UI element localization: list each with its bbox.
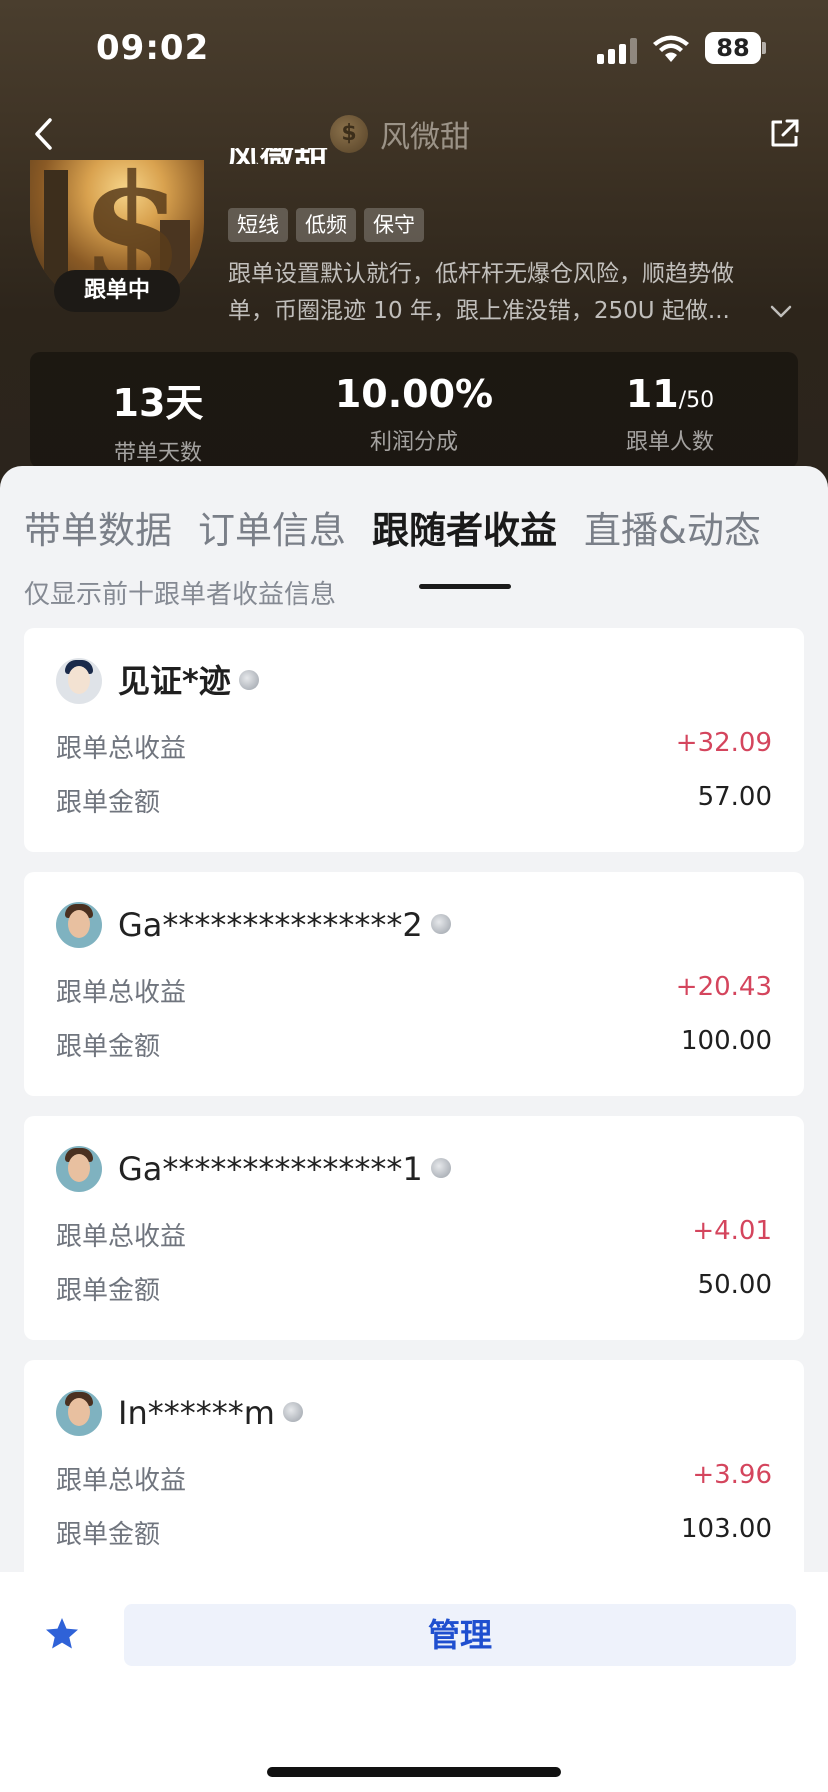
wifi-icon xyxy=(653,35,689,62)
stat-label: 带单天数 xyxy=(113,441,202,466)
follower-name: In******m xyxy=(118,1390,303,1436)
description-line: 跟单设置默认就行，低杆杆无爆仓风险，顺趋势做 xyxy=(228,261,734,287)
stat-label: 跟单人数 xyxy=(625,430,714,455)
medal-icon xyxy=(238,670,259,690)
total-profit-value: +32.09 xyxy=(675,728,772,758)
avatar xyxy=(56,1146,102,1192)
trader-header: 09:02 88 $ 风微甜 风微甜 $ 跟单 xyxy=(0,0,828,520)
share-icon[interactable] xyxy=(768,116,802,150)
list-hint: 仅显示前十跟单者收益信息 xyxy=(24,580,337,610)
amount-row: 跟单金额 57.00 xyxy=(56,782,772,818)
battery-tip xyxy=(762,42,766,54)
amount-row: 跟单金额 100.00 xyxy=(56,1026,772,1062)
stat-value: 11/50 xyxy=(625,372,715,416)
tag-low-frequency: 低频 xyxy=(296,208,356,242)
content-sheet: 带单数据 订单信息 跟随者收益 直播&动态 仅显示前十跟单者收益信息 见证*迹 … xyxy=(0,466,828,1586)
description-line: 单，币圈混迹 10 年，跟上准没错，250U 起做... xyxy=(228,298,730,324)
total-profit-row: 跟单总收益 +32.09 xyxy=(56,728,772,764)
follower-name: Ga***************1 xyxy=(118,1146,451,1192)
tab-trading-data[interactable]: 带单数据 xyxy=(24,500,172,554)
tab-follower-earnings[interactable]: 跟随者收益 xyxy=(372,500,557,554)
follower-card[interactable]: In******m 跟单总收益 +3.96 跟单金额 103.00 xyxy=(24,1360,804,1584)
avatar xyxy=(56,658,102,704)
tab-order-info[interactable]: 订单信息 xyxy=(198,500,346,554)
follower-card[interactable]: 见证*迹 跟单总收益 +32.09 跟单金额 57.00 xyxy=(24,628,804,852)
amount-row: 跟单金额 103.00 xyxy=(56,1514,772,1550)
total-profit-row: 跟单总收益 +4.01 xyxy=(56,1216,772,1252)
avatar xyxy=(56,902,102,948)
stat-days: 13天 带单天数 xyxy=(30,352,286,468)
tag-conservative: 保守 xyxy=(364,208,424,242)
follower-card[interactable]: Ga***************1 跟单总收益 +4.01 跟单金额 50.00 xyxy=(24,1116,804,1340)
trader-stats: 13天 带单天数 10.00% 利润分成 11/50 跟单人数 xyxy=(30,352,798,468)
total-profit-row: 跟单总收益 +20.43 xyxy=(56,972,772,1008)
amount-value: 103.00 xyxy=(681,1514,772,1544)
follower-name: 见证*迹 xyxy=(118,658,259,704)
home-indicator xyxy=(267,1767,561,1777)
chevron-down-icon[interactable] xyxy=(770,305,792,319)
strategy-tags: 短线 低频 保守 xyxy=(228,208,424,242)
total-profit-value: +3.96 xyxy=(692,1460,772,1490)
tag-short-term: 短线 xyxy=(228,208,288,242)
back-arrow-icon[interactable] xyxy=(30,116,60,152)
battery-icon: 88 xyxy=(705,32,761,64)
follower-card[interactable]: Ga***************2 跟单总收益 +20.43 跟单金额 100.0… xyxy=(24,872,804,1096)
stat-value: 10.00% xyxy=(334,372,494,416)
status-bar: 09:02 88 xyxy=(0,0,828,100)
cellular-signal-icon xyxy=(597,38,641,64)
trader-name-clipped: 风微甜 xyxy=(226,148,376,164)
trader-description[interactable]: 跟单设置默认就行，低杆杆无爆仓风险，顺趋势做 单，币圈混迹 10 年，跟上准没错… xyxy=(228,256,798,330)
total-profit-value: +20.43 xyxy=(675,972,772,1002)
stat-value: 13天 xyxy=(112,381,204,425)
medal-icon xyxy=(430,1158,451,1178)
stat-label: 利润分成 xyxy=(369,430,458,455)
amount-value: 50.00 xyxy=(697,1270,772,1300)
total-profit-row: 跟单总收益 +3.96 xyxy=(56,1460,772,1496)
nav-title: 风微甜 xyxy=(380,120,470,155)
medal-icon xyxy=(282,1402,303,1422)
total-profit-value: +4.01 xyxy=(692,1216,772,1246)
stat-followers: 11/50 跟单人数 xyxy=(542,352,798,468)
tab-active-indicator xyxy=(419,584,511,589)
follower-name: Ga***************2 xyxy=(118,902,451,948)
star-icon[interactable] xyxy=(44,1616,80,1652)
status-time: 09:02 xyxy=(96,28,210,68)
stat-profit-share: 10.00% 利润分成 xyxy=(286,352,542,468)
tab-bar: 带单数据 订单信息 跟随者收益 直播&动态 xyxy=(0,500,828,589)
manage-button[interactable]: 管理 xyxy=(124,1604,796,1666)
avatar xyxy=(56,1390,102,1436)
amount-row: 跟单金额 50.00 xyxy=(56,1270,772,1306)
bottom-action-bar: 管理 xyxy=(0,1572,828,1792)
amount-value: 100.00 xyxy=(681,1026,772,1056)
status-badge: 跟单中 xyxy=(54,270,180,312)
tab-live-updates[interactable]: 直播&动态 xyxy=(584,500,761,554)
medal-icon xyxy=(430,914,451,934)
amount-value: 57.00 xyxy=(697,782,772,812)
